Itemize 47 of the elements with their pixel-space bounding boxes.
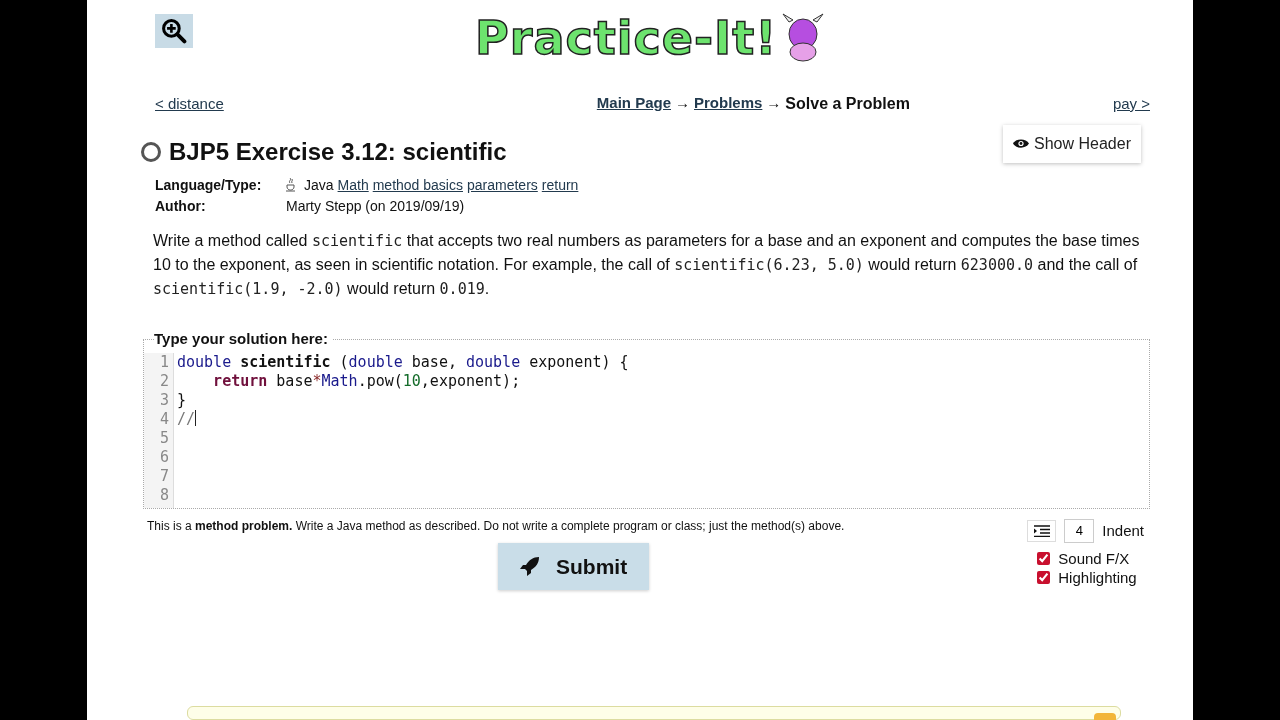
indent-icon [1033,524,1050,537]
tag-link[interactable]: Math [337,174,369,196]
line-number: 4 [158,409,169,429]
eye-icon [1013,138,1030,149]
instruction-note: This is a method problem. Write a Java method as described. Do not write a complete program or class; just the method(s) above. [147,517,845,535]
logo: Practice-It! [475,15,778,61]
author-text: Marty Stepp (on 2019/09/19) [286,196,465,216]
breadcrumb-link[interactable]: Main Page [596,92,671,116]
option-label: Sound F/X [1058,548,1130,568]
tag-link[interactable]: parameters [467,174,538,196]
rocket-icon [520,555,540,576]
meta-label: Author: [155,196,207,216]
problem-title: BJP5 Exercise 3.12: scientific [169,138,507,167]
next-link[interactable]: pay > [1112,92,1150,116]
code-line: double scientific (double base, double exponent) { [177,352,629,372]
checkbox[interactable] [1037,570,1051,584]
line-number: 8 [158,485,169,505]
meta-label: Language/Type: [155,175,263,195]
line-number: 7 [158,466,169,486]
previous-link[interactable]: < distance [155,92,224,116]
line-number: 1 [158,352,169,372]
code-line: // [177,409,198,429]
zoom-in-icon [161,16,187,46]
coffee-cup-icon [286,178,296,193]
submit-button[interactable]: Submit [498,542,650,591]
breadcrumb-link[interactable]: Problems [694,92,763,116]
show-header-button[interactable]: Show Header [1003,125,1141,163]
line-number: 6 [158,447,169,467]
option-label: Highlighting [1058,567,1137,587]
indent-button[interactable] [1027,519,1057,542]
indent-field[interactable]: 4 [1064,518,1095,543]
problem-description: Write a method called scientific that accepts two real numbers as parameters for a base and an exponent and computes the base times 10 to the exponent, as seen in scientific notation. For example, the call of scientific(6.23, 5.0) would return 623000.0 and the call of scientific(1.9, -2.0) would return 0.019. [153,230,1141,300]
code-line: } [177,390,188,410]
breadcrumb-arrow: → [766,93,782,113]
tag-link[interactable]: method basics [372,174,463,196]
checkbox[interactable] [1037,551,1051,565]
line-number: 5 [158,428,169,448]
line-number: 3 [158,390,169,410]
zoom-button[interactable] [155,14,193,48]
breadcrumb-arrow: → [675,93,690,113]
line-number: 2 [158,371,169,391]
page-title: Solve a Problem [785,94,910,114]
code-line: return base*Math.pow(10,exponent); [212,371,522,391]
language-label: Java [304,175,334,195]
indent-label: Indent [1102,520,1144,541]
cow-mascot-icon [781,12,826,64]
tag-link[interactable]: return [541,174,579,196]
